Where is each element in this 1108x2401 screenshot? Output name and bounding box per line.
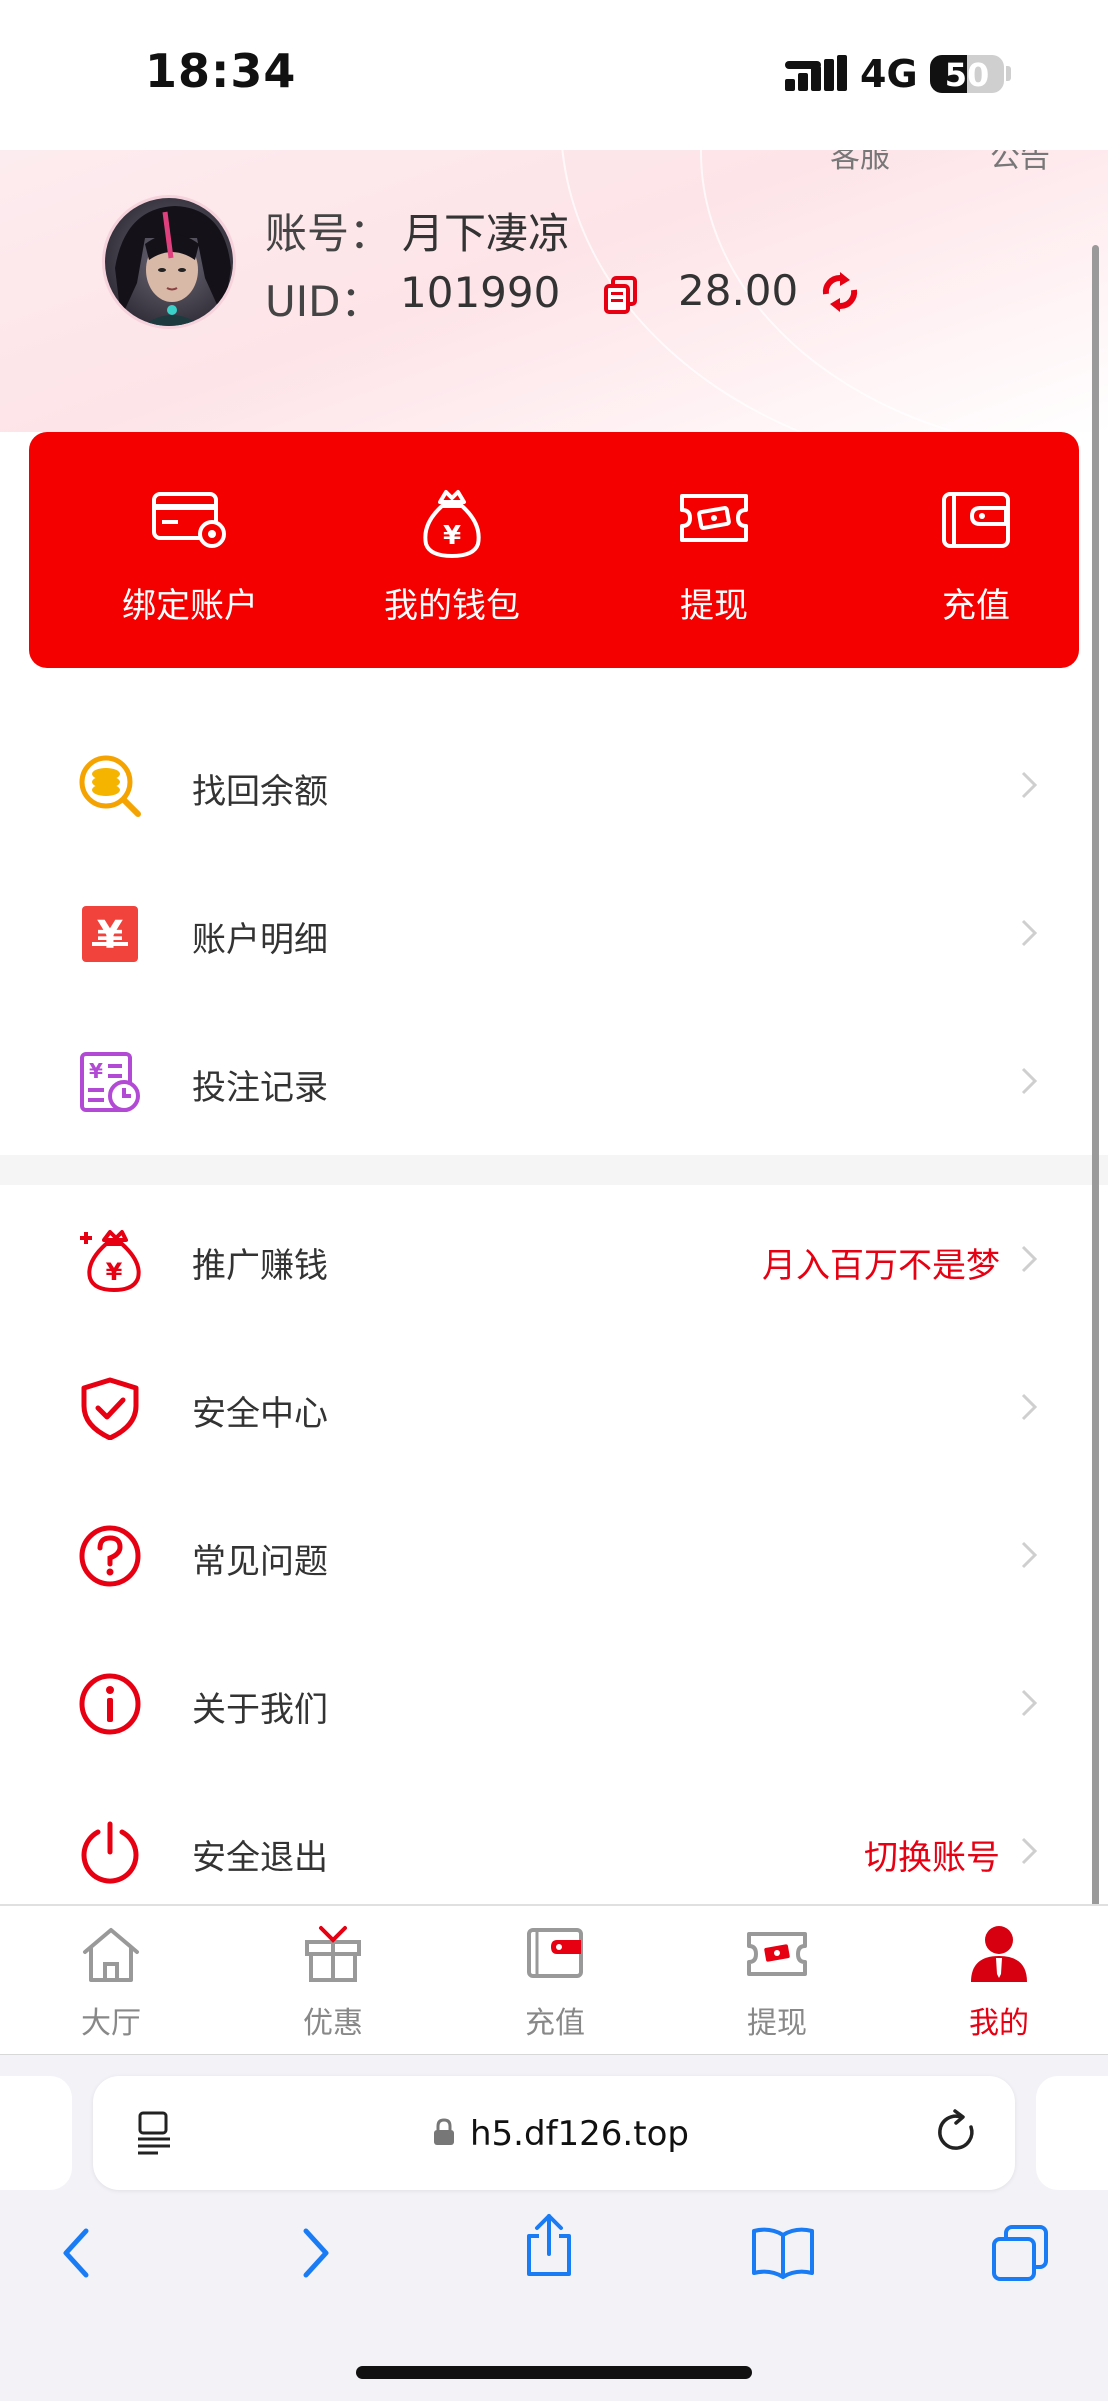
back-icon[interactable] xyxy=(56,2225,96,2281)
menu-label: 常见问题 xyxy=(192,1542,328,1582)
section-divider xyxy=(0,1155,1108,1185)
next-tab-preview[interactable] xyxy=(1036,2076,1108,2190)
bottom-tab-bar: 大厅 优惠 充值 提现 我的 xyxy=(0,1904,1108,2056)
menu-item-promote-earn[interactable]: ¥ 推广赚钱 月入百万不是梦 xyxy=(0,1186,1108,1334)
uid-label: UID： xyxy=(265,277,383,326)
tab-label: 优惠 xyxy=(303,2006,363,2041)
withdraw-ticket-icon xyxy=(747,1932,807,1976)
menu-item-faq[interactable]: 常见问题 xyxy=(0,1482,1108,1630)
menu-label: 推广赚钱 xyxy=(192,1246,328,1286)
tabs-icon[interactable] xyxy=(990,2225,1050,2283)
promo-slogan: 月入百万不是梦 xyxy=(762,1246,1000,1286)
menu-item-bet-records[interactable]: ¥ 投注记录 xyxy=(0,1008,1108,1156)
info-icon xyxy=(79,1673,141,1735)
status-time: 18:34 xyxy=(145,44,297,98)
menu-item-account-details[interactable]: ¥ 账户明细 xyxy=(0,860,1108,1008)
battery-icon: 50 xyxy=(930,55,1004,93)
promote-money-bag-icon: ¥ xyxy=(80,1230,141,1292)
wallet-icon xyxy=(527,1928,583,1978)
recharge-label: 充值 xyxy=(942,586,1010,626)
menu-label: 账户明细 xyxy=(192,920,328,960)
battery-tip xyxy=(1006,66,1011,81)
tab-mine[interactable]: 我的 xyxy=(888,1906,1108,2056)
money-bag-icon: ¥ xyxy=(423,490,481,559)
coin-search-icon xyxy=(79,755,141,817)
menu-item-about-us[interactable]: 关于我们 xyxy=(0,1630,1108,1778)
profile-header: 客服 公告 账号： 月下凄凉 UID： 101990 28.00 xyxy=(0,150,1108,432)
home-icon xyxy=(83,1928,139,1982)
chevron-right-icon xyxy=(1021,1837,1038,1865)
home-indicator xyxy=(356,2366,752,2379)
share-icon[interactable] xyxy=(521,2212,577,2278)
yuan-statement-icon: ¥ xyxy=(82,906,138,962)
quick-actions-card: 绑定账户 ¥ 我的钱包 提现 充值 xyxy=(29,432,1079,668)
battery-level: 50 xyxy=(944,56,990,93)
cellular-signal-icon xyxy=(785,55,847,91)
avatar[interactable] xyxy=(102,195,236,329)
tab-recharge[interactable]: 充值 xyxy=(444,1906,666,2056)
url-text[interactable]: h5.df126.top xyxy=(470,2114,689,2154)
bet-record-icon: ¥ xyxy=(80,1052,140,1112)
menu-item-recover-balance[interactable]: 找回余额 xyxy=(0,712,1108,860)
menu-label: 安全中心 xyxy=(192,1394,328,1434)
svg-text:¥: ¥ xyxy=(97,913,123,957)
menu-label: 找回余额 xyxy=(192,772,328,812)
question-icon xyxy=(79,1525,141,1587)
account-label: 账号： xyxy=(265,209,392,258)
bind-account-label: 绑定账户 xyxy=(122,586,258,626)
wallet-icon xyxy=(942,492,1010,548)
tab-promotions[interactable]: 优惠 xyxy=(222,1906,444,2056)
menu-item-security-center[interactable]: 安全中心 xyxy=(0,1334,1108,1482)
power-icon xyxy=(81,1821,139,1884)
chevron-right-icon xyxy=(1021,771,1038,799)
page-menu-icon[interactable] xyxy=(136,2111,176,2155)
tab-lobby[interactable]: 大厅 xyxy=(0,1906,222,2056)
chevron-right-icon xyxy=(1021,1245,1038,1273)
customer-service-link[interactable]: 客服 xyxy=(830,150,890,176)
page-scrollbar[interactable] xyxy=(1092,245,1099,2010)
svg-text:¥: ¥ xyxy=(106,1258,123,1286)
lock-icon xyxy=(434,2118,454,2145)
bank-card-gear-icon xyxy=(152,492,226,548)
copy-icon[interactable] xyxy=(604,276,638,314)
user-icon xyxy=(971,1926,1027,1982)
avatar-image xyxy=(105,198,233,326)
forward-icon[interactable] xyxy=(296,2225,336,2281)
bookmarks-icon[interactable] xyxy=(750,2225,816,2279)
svg-text:¥: ¥ xyxy=(443,521,461,551)
tab-label: 我的 xyxy=(969,2006,1029,2041)
reload-icon[interactable] xyxy=(935,2107,981,2157)
shield-check-icon xyxy=(81,1377,139,1440)
withdraw-button[interactable]: 提现 xyxy=(583,432,845,668)
chevron-right-icon xyxy=(1021,919,1038,947)
tab-label: 大厅 xyxy=(81,2006,141,2041)
switch-account-link[interactable]: 切换账号 xyxy=(864,1830,1000,1879)
status-bar: 18:34 4G 50 xyxy=(0,0,1108,150)
svg-text:¥: ¥ xyxy=(89,1059,103,1083)
chevron-right-icon xyxy=(1021,1689,1038,1717)
previous-tab-preview[interactable] xyxy=(0,2076,72,2190)
withdraw-label: 提现 xyxy=(680,586,748,626)
menu-label: 安全退出 xyxy=(192,1838,328,1878)
network-type: 4G xyxy=(860,52,918,96)
gift-icon xyxy=(305,1926,361,1982)
tab-label: 充值 xyxy=(525,2006,585,2041)
menu-label: 投注记录 xyxy=(192,1068,328,1108)
chevron-right-icon xyxy=(1021,1067,1038,1095)
balance-amount: 28.00 xyxy=(678,266,799,315)
refresh-balance-icon[interactable] xyxy=(818,272,862,312)
my-wallet-label: 我的钱包 xyxy=(384,586,520,626)
recharge-button[interactable]: 充值 xyxy=(845,432,1107,668)
bind-account-button[interactable]: 绑定账户 xyxy=(59,432,321,668)
withdraw-ticket-icon xyxy=(680,494,748,542)
tab-withdraw[interactable]: 提现 xyxy=(666,1906,888,2056)
account-name: 月下凄凉 xyxy=(402,209,571,258)
announcement-link[interactable]: 公告 xyxy=(990,150,1050,176)
chevron-right-icon xyxy=(1021,1393,1038,1421)
tab-label: 提现 xyxy=(747,2006,807,2041)
menu-label: 关于我们 xyxy=(192,1690,328,1730)
chevron-right-icon xyxy=(1021,1541,1038,1569)
uid-value: 101990 xyxy=(400,268,561,317)
my-wallet-button[interactable]: ¥ 我的钱包 xyxy=(321,432,583,668)
